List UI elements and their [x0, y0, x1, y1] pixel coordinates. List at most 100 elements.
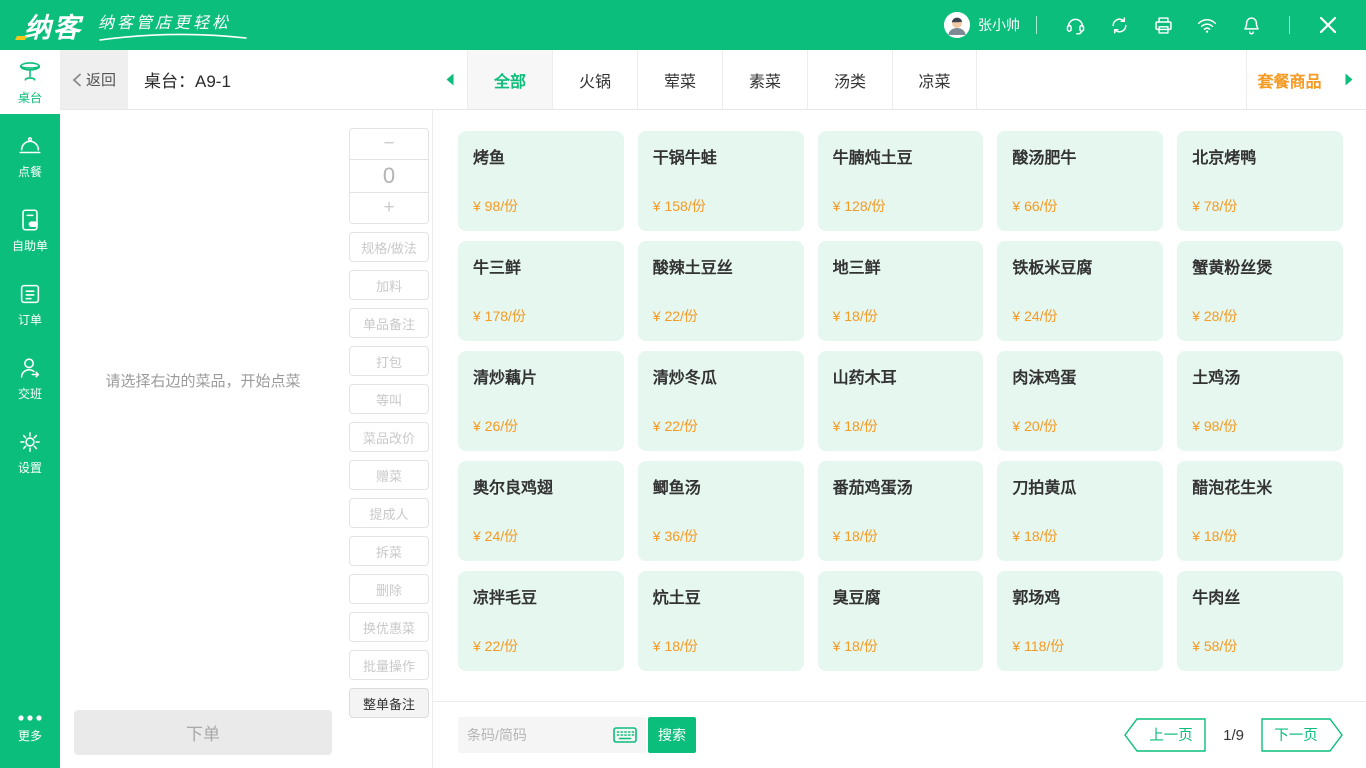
- divider: [1289, 16, 1290, 34]
- category-tab[interactable]: 全部: [467, 50, 552, 109]
- keyboard-icon[interactable]: [613, 727, 637, 743]
- search-button[interactable]: 搜索: [648, 717, 696, 753]
- combo-products-tab[interactable]: 套餐商品: [1246, 50, 1332, 109]
- close-icon[interactable]: [1317, 14, 1339, 36]
- dish-card[interactable]: 北京烤鸭 ¥ 78/份: [1177, 131, 1343, 231]
- dish-price: ¥ 18/份: [833, 636, 969, 658]
- dish-name: 酸汤肥牛: [1012, 144, 1148, 168]
- dish-name: 凉拌毛豆: [473, 584, 609, 608]
- dish-card[interactable]: 牛三鲜 ¥ 178/份: [458, 241, 624, 341]
- category-tab[interactable]: 汤类: [807, 50, 892, 109]
- dish-price: ¥ 98/份: [473, 196, 609, 218]
- order-section: 请选择右边的菜品，开始点菜 下单 − 0 + 规格/做法: [60, 110, 433, 768]
- sidebar-item-more[interactable]: 更多: [0, 696, 60, 760]
- action-button[interactable]: 打包: [349, 346, 429, 376]
- dish-card[interactable]: 清炒藕片 ¥ 26/份: [458, 351, 624, 451]
- dish-card[interactable]: 牛腩炖土豆 ¥ 128/份: [818, 131, 984, 231]
- action-button[interactable]: 规格/做法: [349, 232, 429, 262]
- dish-card[interactable]: 酸辣土豆丝 ¥ 22/份: [638, 241, 804, 341]
- barcode-search-input[interactable]: [467, 727, 613, 743]
- action-button[interactable]: 换优惠菜: [349, 612, 429, 642]
- bell-icon[interactable]: [1240, 14, 1262, 36]
- tab-spacer: [977, 50, 1246, 109]
- sidebar-item-order-food[interactable]: 点餐: [0, 124, 60, 188]
- dish-name: 牛肉丝: [1192, 584, 1328, 608]
- sidebar-item-orders[interactable]: 订单: [0, 272, 60, 336]
- dish-price: ¥ 18/份: [833, 416, 969, 438]
- dish-card[interactable]: 奥尔良鸡翅 ¥ 24/份: [458, 461, 624, 561]
- action-button[interactable]: 拆菜: [349, 536, 429, 566]
- more-dots-icon: [17, 713, 43, 723]
- dish-price: ¥ 18/份: [833, 306, 969, 328]
- dish-name: 肉沫鸡蛋: [1012, 364, 1148, 388]
- sidebar-item-settings[interactable]: 设置: [0, 420, 60, 484]
- place-order-button[interactable]: 下单: [74, 710, 332, 755]
- chevron-left-icon: [72, 73, 82, 87]
- dish-card[interactable]: 干锅牛蛙 ¥ 158/份: [638, 131, 804, 231]
- quantity-plus-button[interactable]: +: [350, 193, 428, 223]
- search-box: [458, 717, 646, 753]
- category-tab[interactable]: 荤菜: [637, 50, 722, 109]
- action-button[interactable]: 批量操作: [349, 650, 429, 680]
- action-button[interactable]: 删除: [349, 574, 429, 604]
- support-headset-icon[interactable]: [1064, 14, 1086, 36]
- page-indicator: 1/9: [1223, 727, 1244, 744]
- action-button[interactable]: 整单备注: [349, 688, 429, 718]
- avatar[interactable]: [944, 12, 970, 38]
- sync-icon[interactable]: [1108, 14, 1130, 36]
- dish-price: ¥ 18/份: [833, 526, 969, 548]
- dish-card[interactable]: 清炒冬瓜 ¥ 22/份: [638, 351, 804, 451]
- dish-name: 干锅牛蛙: [653, 144, 789, 168]
- dish-card[interactable]: 肉沫鸡蛋 ¥ 20/份: [997, 351, 1163, 451]
- back-button[interactable]: 返回: [60, 50, 128, 109]
- tabs-scroll-left-icon[interactable]: [433, 50, 467, 109]
- action-button[interactable]: 等叫: [349, 384, 429, 414]
- category-tab[interactable]: 火锅: [552, 50, 637, 109]
- dish-card[interactable]: 臭豆腐 ¥ 18/份: [818, 571, 984, 671]
- dish-card[interactable]: 土鸡汤 ¥ 98/份: [1177, 351, 1343, 451]
- action-button[interactable]: 提成人: [349, 498, 429, 528]
- dish-card[interactable]: 山药木耳 ¥ 18/份: [818, 351, 984, 451]
- quantity-minus-button[interactable]: −: [350, 129, 428, 159]
- dish-card[interactable]: 凉拌毛豆 ¥ 22/份: [458, 571, 624, 671]
- order-list-icon: [17, 281, 43, 307]
- dish-name: 北京烤鸭: [1192, 144, 1328, 168]
- dish-price: ¥ 158/份: [653, 196, 789, 218]
- dish-price: ¥ 26/份: [473, 416, 609, 438]
- dish-card[interactable]: 刀拍黄瓜 ¥ 18/份: [997, 461, 1163, 561]
- dish-name: 地三鲜: [833, 254, 969, 278]
- cloche-icon: [17, 133, 43, 159]
- action-button[interactable]: 赠菜: [349, 460, 429, 490]
- dish-card[interactable]: 烤鱼 ¥ 98/份: [458, 131, 624, 231]
- sidebar-item-tables[interactable]: 桌台: [0, 50, 60, 114]
- dish-card[interactable]: 醋泡花生米 ¥ 18/份: [1177, 461, 1343, 561]
- dish-card[interactable]: 番茄鸡蛋汤 ¥ 18/份: [818, 461, 984, 561]
- dish-card[interactable]: 地三鲜 ¥ 18/份: [818, 241, 984, 341]
- category-tab[interactable]: 凉菜: [892, 50, 977, 109]
- dish-name: 烤鱼: [473, 144, 609, 168]
- dish-card[interactable]: 鲫鱼汤 ¥ 36/份: [638, 461, 804, 561]
- dish-card[interactable]: 铁板米豆腐 ¥ 24/份: [997, 241, 1163, 341]
- dish-card[interactable]: 牛肉丝 ¥ 58/份: [1177, 571, 1343, 671]
- tabs-scroll-right-icon[interactable]: [1332, 50, 1366, 109]
- action-button[interactable]: 单品备注: [349, 308, 429, 338]
- prev-page-button[interactable]: 上一页: [1124, 718, 1206, 752]
- action-button[interactable]: 菜品改价: [349, 422, 429, 452]
- dish-price: ¥ 98/份: [1192, 416, 1328, 438]
- dish-name: 铁板米豆腐: [1012, 254, 1148, 278]
- table-label: 桌台：A9-1: [144, 67, 231, 92]
- dish-card[interactable]: 炕土豆 ¥ 18/份: [638, 571, 804, 671]
- printer-icon[interactable]: [1152, 14, 1174, 36]
- next-page-button[interactable]: 下一页: [1261, 718, 1343, 752]
- action-button[interactable]: 加料: [349, 270, 429, 300]
- dish-card[interactable]: 蟹黄粉丝煲 ¥ 28/份: [1177, 241, 1343, 341]
- wifi-icon[interactable]: [1196, 14, 1218, 36]
- sidebar-item-shift-change[interactable]: 交班: [0, 346, 60, 410]
- dish-price: ¥ 22/份: [473, 636, 609, 658]
- dish-card[interactable]: 酸汤肥牛 ¥ 66/份: [997, 131, 1163, 231]
- dish-card[interactable]: 郭场鸡 ¥ 118/份: [997, 571, 1163, 671]
- category-tab[interactable]: 素菜: [722, 50, 807, 109]
- dish-name: 牛三鲜: [473, 254, 609, 278]
- dish-name: 牛腩炖土豆: [833, 144, 969, 168]
- sidebar-item-self-service[interactable]: 自助单: [0, 198, 60, 262]
